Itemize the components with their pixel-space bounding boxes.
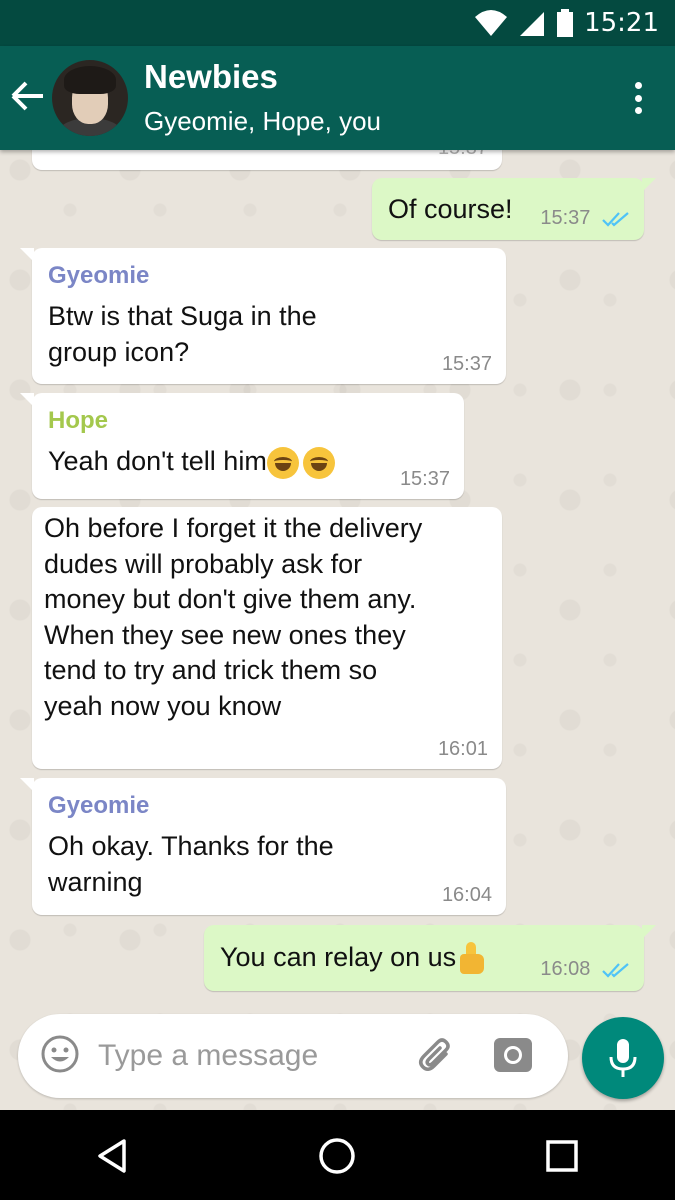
dot-icon	[634, 94, 642, 102]
message-text: Oh okay. Thanks for the warning	[48, 831, 334, 897]
sender-name: Hope	[48, 407, 108, 434]
group-members[interactable]: Gyeomie, Hope, you	[144, 106, 381, 137]
message-text: You can relay on us	[220, 942, 457, 972]
group-avatar[interactable]	[52, 60, 128, 136]
double-check-icon	[602, 962, 629, 978]
message-bubble-outgoing[interactable]: You can relay on us 16:08	[204, 925, 656, 991]
group-title[interactable]: Newbies	[144, 58, 278, 96]
rofl-emoji-icon	[302, 446, 335, 479]
wifi-icon	[475, 10, 508, 36]
sender-name: Gyeomie	[48, 792, 150, 819]
message-time-status: 15:37	[540, 207, 630, 230]
overflow-menu-button[interactable]	[623, 78, 653, 118]
message-input[interactable]	[98, 1032, 398, 1080]
message-bubble-outgoing[interactable]: Of course! 15:37	[372, 178, 656, 240]
dot-icon	[634, 107, 642, 114]
message-time-status: 16:08	[540, 958, 630, 981]
system-nav-bar	[0, 1110, 675, 1200]
message-text: Of course!	[388, 194, 513, 224]
nav-recents-button[interactable]	[538, 1132, 586, 1180]
status-time: 15:21	[584, 8, 659, 38]
microphone-icon	[609, 1039, 637, 1077]
rofl-emoji-icon	[266, 446, 299, 479]
message-bubble-incoming[interactable]: Gyeomie Btw is that Suga in the group ic…	[20, 248, 506, 384]
message-text-row: You can relay on us	[220, 939, 486, 976]
message-time: 16:08	[540, 958, 591, 980]
message-text: Btw is that Suga in the group icon?	[48, 301, 317, 367]
message-time: 15:37	[438, 150, 488, 160]
signal-icon	[520, 12, 545, 36]
message-text: Yeah don't tell him	[48, 446, 267, 476]
dot-icon	[634, 82, 642, 89]
message-bubble-incoming[interactable]: Gyeomie Oh okay. Thanks for the warning …	[20, 778, 506, 915]
back-arrow-icon	[11, 81, 43, 111]
message-composer	[18, 1014, 568, 1098]
circle-home-icon	[319, 1138, 355, 1174]
double-check-icon	[602, 211, 629, 227]
triangle-back-icon	[98, 1139, 126, 1173]
thumbs-up-emoji-icon	[456, 941, 486, 976]
message-text: Oh before I forget it the delivery dudes…	[44, 513, 423, 721]
message-time: 16:04	[441, 884, 492, 906]
mic-button[interactable]	[582, 1017, 664, 1099]
message-bubble-incoming[interactable]: Oh before I forget it the delivery dudes…	[32, 507, 502, 769]
nav-home-button[interactable]	[313, 1132, 361, 1180]
back-button[interactable]	[6, 74, 50, 118]
message-time: 15:37	[441, 353, 492, 375]
square-recents-icon	[546, 1140, 578, 1172]
message-time: 16:01	[437, 738, 488, 760]
battery-icon	[557, 9, 574, 37]
chat-header: Newbies Gyeomie, Hope, you	[0, 46, 675, 150]
message-bubble-incoming[interactable]: 15:37	[32, 150, 502, 170]
paperclip-icon[interactable]	[416, 1034, 460, 1078]
message-text-row: Yeah don't tell him	[48, 443, 448, 479]
message-time: 15:37	[540, 207, 591, 229]
nav-back-button[interactable]	[88, 1132, 136, 1180]
message-bubble-incoming[interactable]: Hope Yeah don't tell him 15:37	[20, 393, 464, 499]
message-time: 15:37	[399, 468, 450, 490]
camera-icon[interactable]	[492, 1034, 534, 1076]
sender-name: Gyeomie	[48, 262, 150, 289]
status-bar: 15:21	[0, 0, 675, 46]
message-list[interactable]: 15:37 Of course! 15:37 Gyeomie Btw is th…	[0, 150, 675, 1110]
emoji-icon[interactable]	[40, 1034, 80, 1074]
